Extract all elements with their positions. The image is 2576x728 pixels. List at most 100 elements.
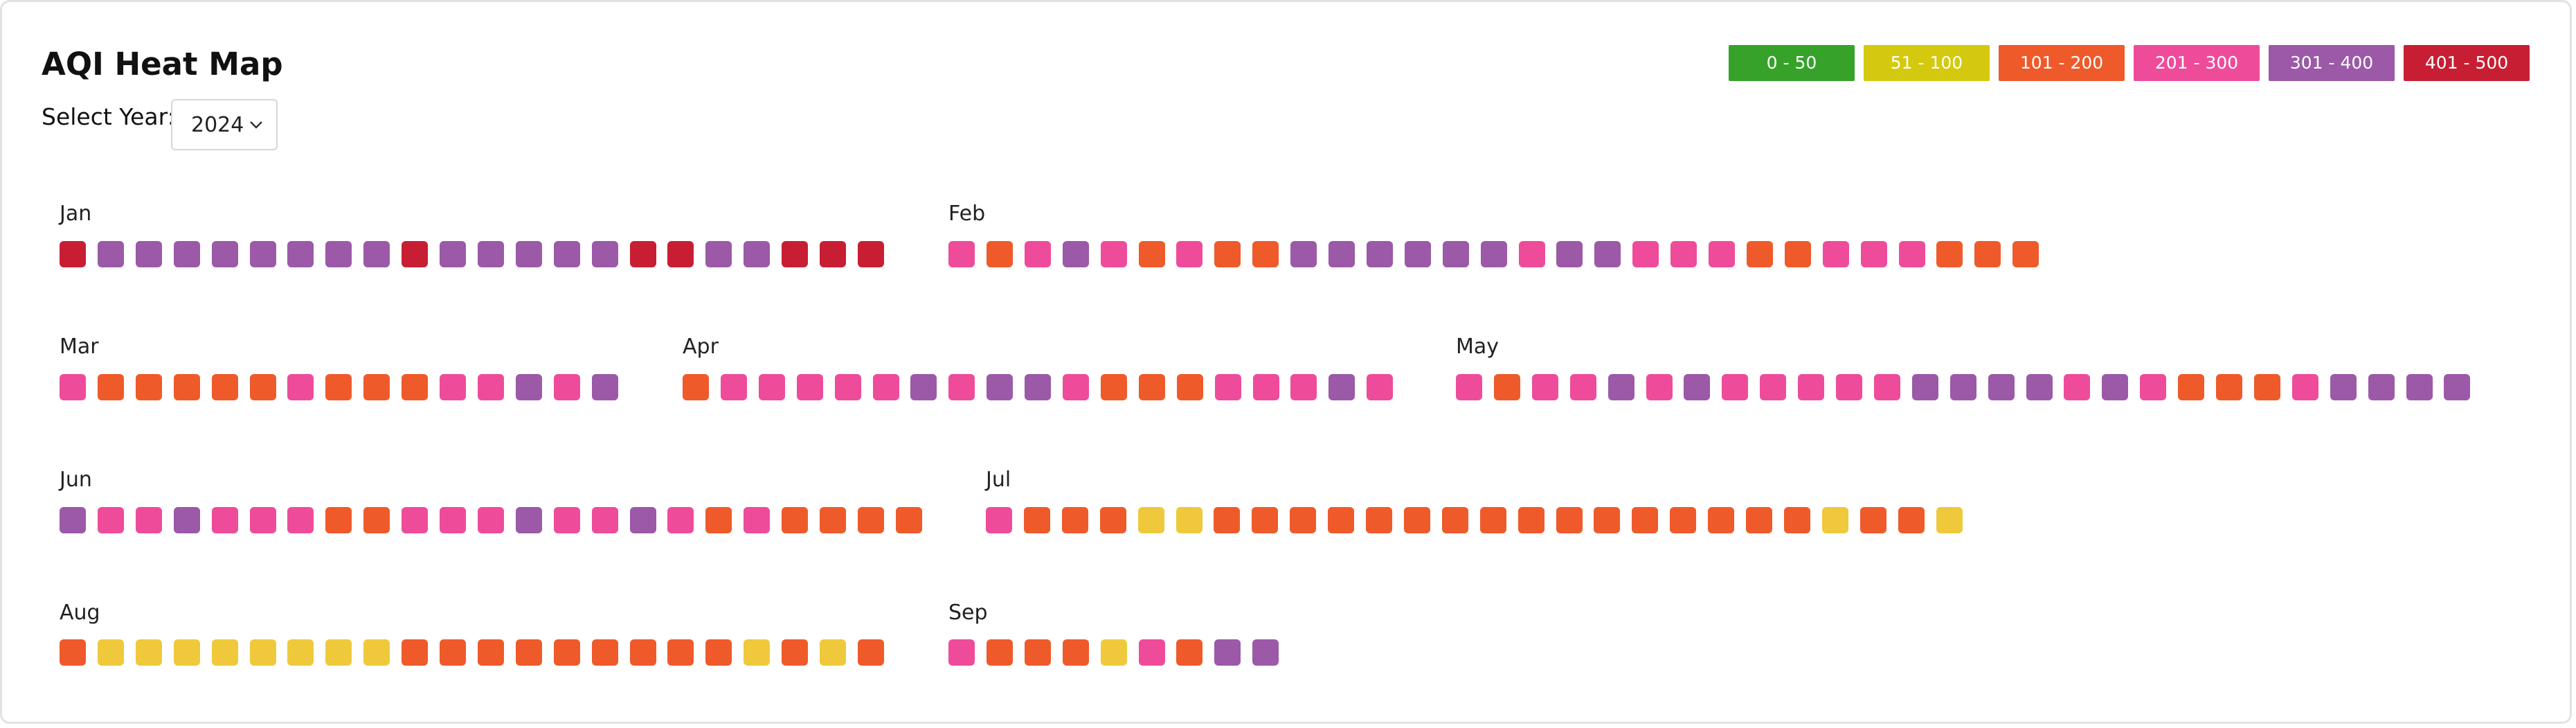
day-cell-may-23[interactable] xyxy=(2291,374,2318,400)
day-cell-aug-8[interactable] xyxy=(325,639,352,666)
day-cell-mar-3[interactable] xyxy=(135,374,162,400)
day-cell-apr-15[interactable] xyxy=(1214,374,1241,400)
day-cell-apr-8[interactable] xyxy=(948,374,975,400)
day-cell-may-25[interactable] xyxy=(2368,374,2395,400)
day-cell-feb-5[interactable] xyxy=(1100,241,1127,267)
day-cell-jan-2[interactable] xyxy=(97,241,124,267)
day-cell-may-10[interactable] xyxy=(1798,374,1825,400)
day-cell-jul-19[interactable] xyxy=(1670,507,1697,533)
day-cell-jan-22[interactable] xyxy=(857,241,884,267)
day-cell-feb-11[interactable] xyxy=(1328,241,1355,267)
day-cell-aug-9[interactable] xyxy=(363,639,390,666)
day-cell-feb-9[interactable] xyxy=(1252,241,1279,267)
day-cell-aug-17[interactable] xyxy=(667,639,694,666)
day-cell-aug-6[interactable] xyxy=(249,639,276,666)
day-cell-may-14[interactable] xyxy=(1949,374,1976,400)
day-cell-feb-20[interactable] xyxy=(1670,241,1697,267)
day-cell-aug-10[interactable] xyxy=(402,639,429,666)
day-cell-feb-2[interactable] xyxy=(986,241,1013,267)
day-cell-feb-27[interactable] xyxy=(1936,241,1963,267)
day-cell-jun-3[interactable] xyxy=(135,507,162,533)
day-cell-jan-12[interactable] xyxy=(477,241,504,267)
day-cell-feb-19[interactable] xyxy=(1632,241,1659,267)
day-cell-jan-13[interactable] xyxy=(515,241,542,267)
day-cell-mar-2[interactable] xyxy=(97,374,124,400)
day-cell-mar-15[interactable] xyxy=(591,374,618,400)
day-cell-jul-5[interactable] xyxy=(1137,507,1164,533)
day-cell-may-3[interactable] xyxy=(1531,374,1558,400)
day-cell-apr-2[interactable] xyxy=(720,374,747,400)
day-cell-may-5[interactable] xyxy=(1607,374,1634,400)
day-cell-jun-4[interactable] xyxy=(173,507,200,533)
day-cell-feb-6[interactable] xyxy=(1138,241,1165,267)
day-cell-jul-18[interactable] xyxy=(1632,507,1659,533)
day-cell-apr-11[interactable] xyxy=(1063,374,1089,400)
day-cell-jul-22[interactable] xyxy=(1783,507,1810,533)
day-cell-feb-26[interactable] xyxy=(1898,241,1925,267)
day-cell-aug-19[interactable] xyxy=(744,639,771,666)
day-cell-apr-13[interactable] xyxy=(1138,374,1165,400)
day-cell-feb-18[interactable] xyxy=(1594,241,1621,267)
day-cell-jun-22[interactable] xyxy=(857,507,884,533)
day-cell-aug-11[interactable] xyxy=(440,639,466,666)
day-cell-aug-7[interactable] xyxy=(287,639,314,666)
day-cell-aug-4[interactable] xyxy=(173,639,200,666)
day-cell-jan-14[interactable] xyxy=(553,241,580,267)
day-cell-jul-10[interactable] xyxy=(1328,507,1355,533)
day-cell-feb-12[interactable] xyxy=(1366,241,1393,267)
day-cell-sep-6[interactable] xyxy=(1138,639,1165,666)
day-cell-jan-7[interactable] xyxy=(287,241,314,267)
day-cell-jun-10[interactable] xyxy=(402,507,429,533)
day-cell-apr-19[interactable] xyxy=(1367,374,1394,400)
day-cell-feb-14[interactable] xyxy=(1442,241,1469,267)
day-cell-jul-24[interactable] xyxy=(1859,507,1886,533)
day-cell-mar-4[interactable] xyxy=(173,374,200,400)
day-cell-jan-18[interactable] xyxy=(705,241,732,267)
day-cell-jul-14[interactable] xyxy=(1479,507,1506,533)
day-cell-may-22[interactable] xyxy=(2253,374,2280,400)
day-cell-apr-14[interactable] xyxy=(1176,374,1203,400)
day-cell-feb-17[interactable] xyxy=(1556,241,1583,267)
day-cell-aug-5[interactable] xyxy=(211,639,238,666)
day-cell-feb-10[interactable] xyxy=(1290,241,1317,267)
day-cell-feb-23[interactable] xyxy=(1784,241,1811,267)
day-cell-aug-20[interactable] xyxy=(782,639,809,666)
day-cell-jan-10[interactable] xyxy=(402,241,429,267)
day-cell-aug-1[interactable] xyxy=(60,639,86,666)
day-cell-jun-9[interactable] xyxy=(363,507,390,533)
day-cell-mar-9[interactable] xyxy=(363,374,390,400)
day-cell-jun-2[interactable] xyxy=(97,507,124,533)
day-cell-jul-4[interactable] xyxy=(1099,507,1126,533)
day-cell-jan-1[interactable] xyxy=(60,241,86,267)
day-cell-aug-2[interactable] xyxy=(97,639,124,666)
day-cell-may-11[interactable] xyxy=(1836,374,1862,400)
day-cell-may-9[interactable] xyxy=(1760,374,1787,400)
day-cell-jan-19[interactable] xyxy=(744,241,771,267)
day-cell-jun-21[interactable] xyxy=(820,507,846,533)
day-cell-jan-11[interactable] xyxy=(440,241,466,267)
day-cell-feb-13[interactable] xyxy=(1404,241,1431,267)
day-cell-jun-23[interactable] xyxy=(895,507,922,533)
day-cell-jul-1[interactable] xyxy=(986,507,1012,533)
day-cell-feb-25[interactable] xyxy=(1860,241,1887,267)
day-cell-jul-23[interactable] xyxy=(1821,507,1848,533)
day-cell-jul-11[interactable] xyxy=(1366,507,1392,533)
day-cell-jan-8[interactable] xyxy=(325,241,352,267)
day-cell-jul-16[interactable] xyxy=(1556,507,1583,533)
day-cell-may-16[interactable] xyxy=(2026,374,2053,400)
day-cell-jan-16[interactable] xyxy=(629,241,656,267)
day-cell-jun-20[interactable] xyxy=(782,507,809,533)
day-cell-jun-5[interactable] xyxy=(211,507,238,533)
day-cell-mar-12[interactable] xyxy=(477,374,504,400)
day-cell-feb-3[interactable] xyxy=(1024,241,1051,267)
day-cell-mar-11[interactable] xyxy=(440,374,466,400)
day-cell-jan-4[interactable] xyxy=(173,241,200,267)
day-cell-jun-12[interactable] xyxy=(477,507,504,533)
day-cell-may-15[interactable] xyxy=(1988,374,2015,400)
day-cell-apr-1[interactable] xyxy=(683,374,709,400)
day-cell-apr-17[interactable] xyxy=(1290,374,1317,400)
day-cell-aug-12[interactable] xyxy=(477,639,504,666)
day-cell-sep-3[interactable] xyxy=(1024,639,1051,666)
day-cell-apr-3[interactable] xyxy=(758,374,785,400)
day-cell-apr-4[interactable] xyxy=(796,374,823,400)
